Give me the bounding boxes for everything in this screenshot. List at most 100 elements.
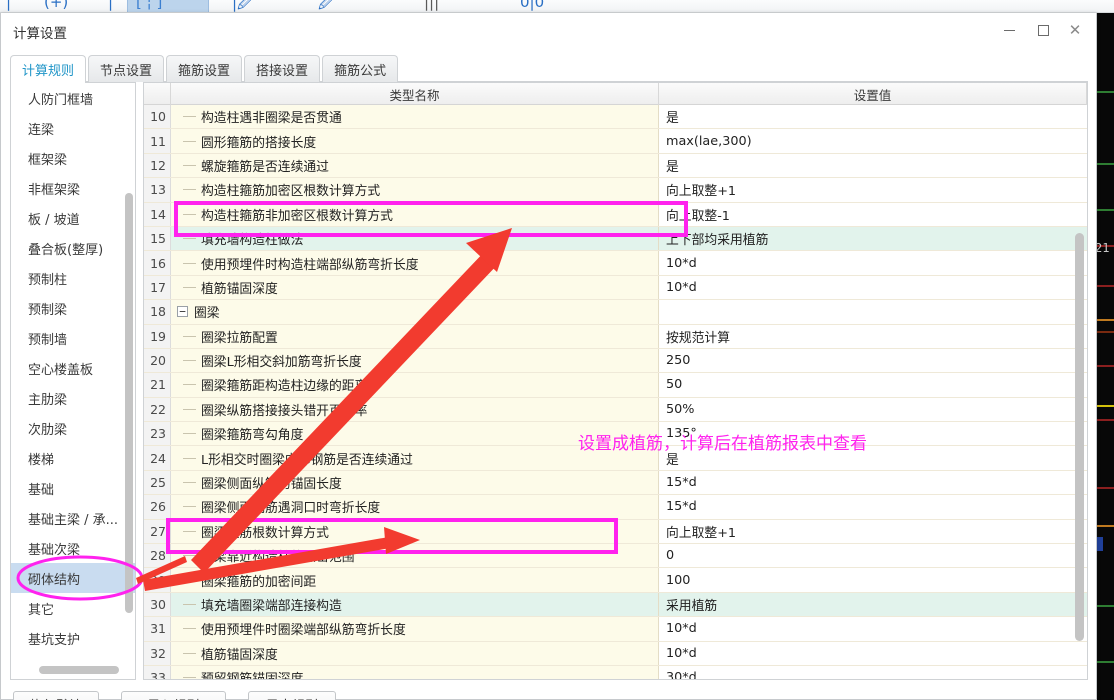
tab-calculation-rules[interactable]: 计算规则 [10, 55, 87, 83]
table-row[interactable]: 10 构造柱遇非圈梁是否贯通 是 [144, 105, 1087, 130]
tab-node-settings[interactable]: 节点设置 [88, 55, 165, 82]
sidebar-item-13[interactable]: 基础 [11, 473, 135, 503]
table-row[interactable]: 25 圈梁侧面纵筋的锚固长度 15*d [144, 470, 1087, 496]
row-type-name-cell[interactable]: 填充墙构造柱做法 [171, 226, 659, 251]
row-setting-value-cell[interactable]: 10*d [659, 275, 1087, 300]
table-row[interactable]: 29 圈梁箍筋的加密间距 100 [144, 568, 1087, 593]
row-setting-value-cell[interactable]: 向上取整+1 [659, 519, 1087, 544]
row-type-name-cell[interactable]: 使用预埋件时圈梁端部纵筋弯折长度 [171, 617, 659, 641]
tab-stirrup-settings[interactable]: 箍筋设置 [166, 55, 243, 82]
row-type-name-cell[interactable]: 圈梁L形相交斜加筋弯折长度 [171, 348, 659, 373]
sidebar-item-4[interactable]: 板 / 坡道 [11, 203, 135, 233]
row-type-name-cell[interactable]: − 圈梁 [171, 300, 659, 324]
row-setting-value-cell[interactable]: 100 [659, 568, 1087, 592]
table-row[interactable]: 13 构造柱箍筋加密区根数计算方式 向上取整+1 [144, 178, 1087, 203]
row-setting-value-cell[interactable]: 250 [659, 348, 1087, 373]
row-setting-value-cell[interactable]: 15*d [659, 495, 1087, 519]
sidebar-item-2[interactable]: 框架梁 [11, 143, 135, 173]
sidebar-item-15[interactable]: 基础次梁 [11, 533, 135, 563]
table-row[interactable]: 12 螺旋箍筋是否连续通过 是 [144, 153, 1087, 179]
row-type-name-cell[interactable]: 使用预埋件时构造柱端部纵筋弯折长度 [171, 251, 659, 275]
row-setting-value-cell[interactable]: 15*d [659, 470, 1087, 495]
tab-lap-settings[interactable]: 搭接设置 [244, 55, 321, 82]
sidebar-item-8[interactable]: 预制墙 [11, 323, 135, 353]
row-setting-value-cell[interactable]: 30*d [659, 665, 1087, 679]
row-setting-value-cell[interactable]: 0 [659, 544, 1087, 568]
row-setting-value-cell[interactable]: max(lae,300) [659, 129, 1087, 153]
table-row[interactable]: 26 圈梁侧面钢筋遇洞口时弯折长度 15*d [144, 495, 1087, 520]
row-type-name-cell[interactable]: 预留钢筋锚固深度 [171, 665, 659, 679]
row-type-name-cell[interactable]: 圈梁箍筋距构造柱边缘的距离 [171, 373, 659, 397]
row-type-name-cell[interactable]: 构造柱箍筋加密区根数计算方式 [171, 178, 659, 202]
maximize-button[interactable] [1026, 17, 1060, 43]
row-setting-value-cell[interactable]: 50 [659, 373, 1087, 397]
sidebar-item-11[interactable]: 次肋梁 [11, 413, 135, 443]
row-type-name-cell[interactable]: 填充墙圈梁端部连接构造 [171, 592, 659, 617]
table-vertical-scrollbar[interactable] [1075, 233, 1084, 641]
restore-defaults-button[interactable]: 恢复默认 [13, 691, 99, 700]
row-setting-value-cell[interactable]: 采用植筋 [659, 592, 1087, 617]
row-type-name-cell[interactable]: 构造柱遇非圈梁是否贯通 [171, 105, 659, 129]
row-type-name-cell[interactable]: 圈梁侧面钢筋遇洞口时弯折长度 [171, 495, 659, 519]
row-setting-value-cell[interactable]: 50% [659, 397, 1087, 422]
sidebar-item-17[interactable]: 其它 [11, 593, 135, 623]
row-setting-value-cell[interactable]: 按规范计算 [659, 324, 1087, 348]
sidebar-item-3[interactable]: 非框架梁 [11, 173, 135, 203]
export-rules-button[interactable]: 导出规则 [248, 691, 336, 700]
table-row[interactable]: 17 植筋锚固深度 10*d [144, 275, 1087, 301]
table-row[interactable]: 20 圈梁L形相交斜加筋弯折长度 250 [144, 348, 1087, 374]
component-category-sidebar[interactable]: 人防门框墙 连梁 框架梁 非框架梁板 / 坡道 叠合板(整厚) 预制柱 预制梁 预制墙 空心楼盖… [10, 82, 136, 680]
row-type-name-cell[interactable]: 圈梁箍筋根数计算方式 [171, 519, 659, 544]
tab-stirrup-formula[interactable]: 箍筋公式 [322, 55, 399, 82]
sidebar-item-14[interactable]: 基础主梁 / 承... [11, 503, 135, 533]
row-setting-value-cell[interactable]: 是 [659, 153, 1087, 178]
table-row[interactable]: 28 圈梁靠近构造柱的加密范围 0 [144, 544, 1087, 569]
row-setting-value-cell[interactable] [659, 300, 1087, 324]
row-setting-value-cell[interactable]: 向上取整-1 [659, 202, 1087, 226]
row-type-name-cell[interactable]: 圈梁纵筋搭接接头错开百分率 [171, 397, 659, 422]
dialog-titlebar[interactable]: 计算设置 ✕ [1, 13, 1096, 47]
table-row[interactable]: 18− 圈梁 [144, 300, 1087, 325]
row-type-name-cell[interactable]: 圈梁箍筋的加密间距 [171, 568, 659, 592]
sidebar-item-7[interactable]: 预制梁 [11, 293, 135, 323]
sidebar-item-0[interactable]: 人防门框墙 [11, 83, 135, 113]
sidebar-item-16[interactable]: 砌体结构 [11, 563, 135, 593]
table-row[interactable]: 30 填充墙圈梁端部连接构造 采用植筋 [144, 592, 1087, 618]
row-setting-value-cell[interactable]: 10*d [659, 641, 1087, 665]
row-setting-value-cell[interactable]: 10*d [659, 251, 1087, 275]
table-row[interactable]: 15 填充墙构造柱做法 上下部均采用植筋 [144, 226, 1087, 252]
table-row[interactable]: 14 构造柱箍筋非加密区根数计算方式 向上取整-1 [144, 202, 1087, 227]
table-row[interactable]: 16 使用预埋件时构造柱端部纵筋弯折长度 10*d [144, 251, 1087, 276]
sidebar-item-9[interactable]: 空心楼盖板 [11, 353, 135, 383]
row-type-name-cell[interactable]: 构造柱箍筋非加密区根数计算方式 [171, 202, 659, 226]
import-rules-button[interactable]: 导入规则 [121, 691, 226, 700]
table-row[interactable]: 33 预留钢筋锚固深度 30*d [144, 665, 1087, 679]
minimize-button[interactable] [992, 17, 1026, 43]
row-type-name-cell[interactable]: 螺旋箍筋是否连续通过 [171, 153, 659, 178]
close-button[interactable]: ✕ [1058, 17, 1092, 43]
sidebar-horizontal-scrollbar[interactable] [39, 666, 119, 674]
table-row[interactable]: 31 使用预埋件时圈梁端部纵筋弯折长度 10*d [144, 617, 1087, 642]
row-setting-value-cell[interactable]: 上下部均采用植筋 [659, 226, 1087, 251]
table-row[interactable]: 27 圈梁箍筋根数计算方式 向上取整+1 [144, 519, 1087, 545]
sidebar-item-6[interactable]: 预制柱 [11, 263, 135, 293]
sidebar-item-5[interactable]: 叠合板(整厚) [11, 233, 135, 263]
sidebar-item-10[interactable]: 主肋梁 [11, 383, 135, 413]
row-setting-value-cell[interactable]: 向上取整+1 [659, 178, 1087, 202]
row-type-name-cell[interactable]: 植筋锚固深度 [171, 641, 659, 665]
table-row[interactable]: 22 圈梁纵筋搭接接头错开百分率 50% [144, 397, 1087, 423]
row-setting-value-cell[interactable]: 是 [659, 105, 1087, 129]
table-row[interactable]: 19 圈梁拉筋配置 按规范计算 [144, 324, 1087, 349]
row-type-name-cell[interactable]: 圈梁靠近构造柱的加密范围 [171, 544, 659, 568]
row-setting-value-cell[interactable]: 10*d [659, 617, 1087, 641]
sidebar-item-18[interactable]: 基坑支护 [11, 623, 135, 653]
sidebar-item-12[interactable]: 楼梯 [11, 443, 135, 473]
collapse-toggle-icon[interactable]: − [177, 306, 188, 318]
row-type-name-cell[interactable]: 圈梁侧面纵筋的锚固长度 [171, 470, 659, 495]
table-row[interactable]: 32 植筋锚固深度 10*d [144, 641, 1087, 666]
sidebar-vertical-scrollbar[interactable] [125, 193, 133, 613]
row-type-name-cell[interactable]: 植筋锚固深度 [171, 275, 659, 300]
row-type-name-cell[interactable]: 圆形箍筋的搭接长度 [171, 129, 659, 153]
sidebar-item-1[interactable]: 连梁 [11, 113, 135, 143]
table-row[interactable]: 21 圈梁箍筋距构造柱边缘的距离 50 [144, 373, 1087, 398]
